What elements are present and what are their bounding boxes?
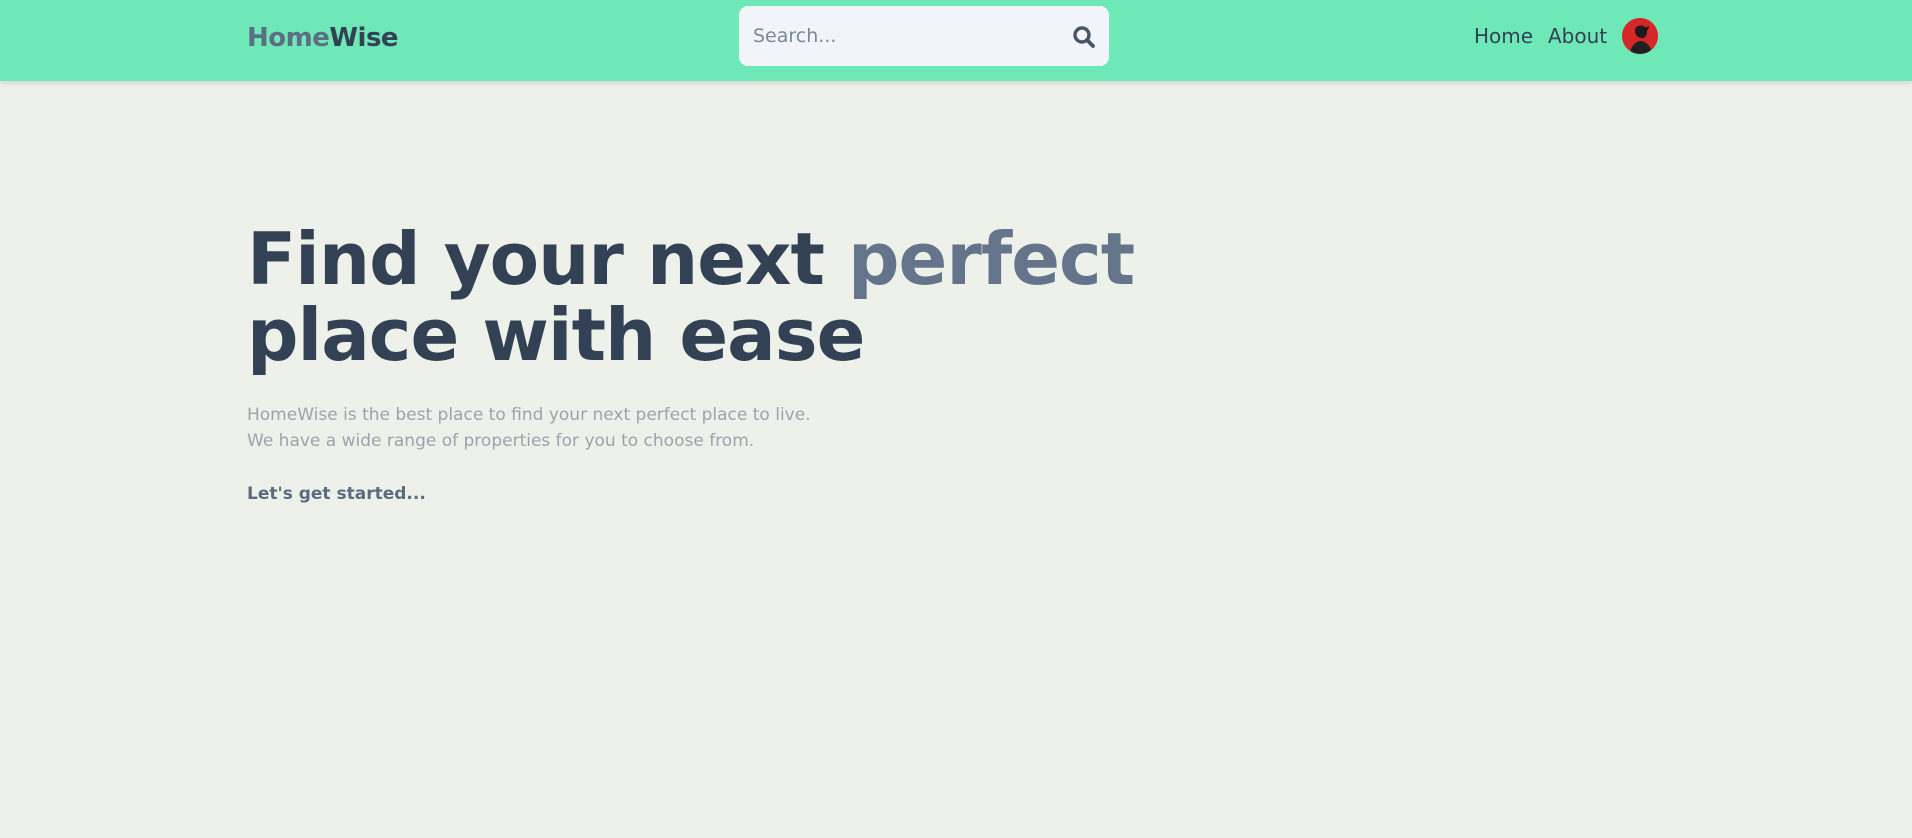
search-icon — [1073, 26, 1095, 48]
get-started-link[interactable]: Let's get started... — [247, 482, 426, 506]
hero-description-line1: HomeWise is the best place to find your … — [247, 405, 811, 425]
nav-about-link[interactable]: About — [1548, 22, 1607, 50]
hero-description-line2: We have a wide range of properties for y… — [247, 431, 755, 451]
hero-description: HomeWise is the best place to find your … — [247, 402, 947, 454]
search-form — [739, 6, 1109, 66]
logo-text-wise: Wise — [329, 23, 399, 53]
hero-title-main: Find your next — [247, 217, 848, 301]
top-navbar: HomeWise Home About — [0, 0, 1912, 81]
nav-home-link[interactable]: Home — [1474, 22, 1533, 50]
hero-title: Find your next perfect place with ease — [247, 221, 1147, 373]
logo-link[interactable]: HomeWise — [247, 22, 399, 54]
user-avatar[interactable] — [1622, 18, 1658, 54]
search-button[interactable] — [1071, 24, 1097, 50]
search-input[interactable] — [753, 6, 1053, 66]
hero-title-accent: perfect — [847, 217, 1135, 301]
logo-text-home: Home — [247, 23, 330, 53]
hero-title-line2: place with ease — [247, 293, 865, 377]
user-avatar-icon — [1622, 18, 1658, 54]
